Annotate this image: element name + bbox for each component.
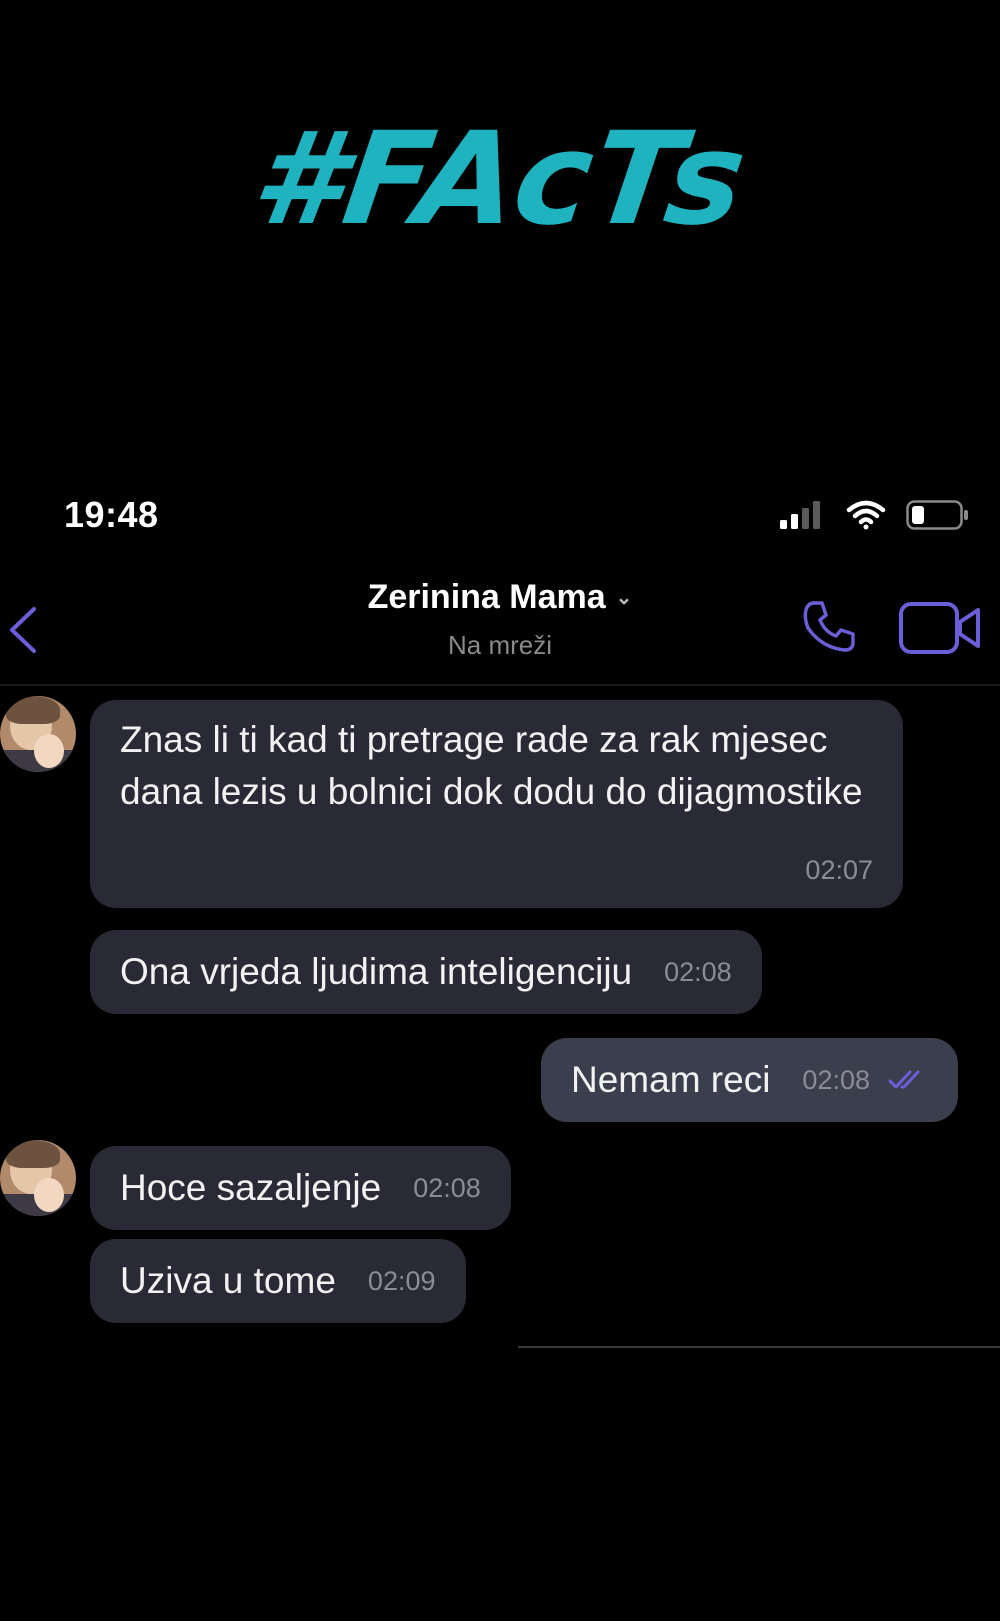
message-bubble-incoming[interactable]: Hoce sazaljenje 02:08 bbox=[90, 1146, 511, 1230]
signal-icon bbox=[780, 501, 820, 529]
message-text: Hoce sazaljenje bbox=[120, 1167, 382, 1208]
wifi-icon bbox=[846, 500, 886, 530]
message-text: Uziva u tome bbox=[120, 1260, 336, 1301]
message-time: 02:08 bbox=[802, 1065, 870, 1095]
contact-avatar[interactable] bbox=[0, 696, 76, 772]
message-bubble-incoming[interactable]: Znas li ti kad ti pretrage rade za rak m… bbox=[90, 700, 903, 908]
message-time: 02:07 bbox=[805, 855, 873, 885]
facts-overlay-text: #FAcTs bbox=[243, 105, 757, 254]
contact-avatar[interactable] bbox=[0, 1140, 76, 1216]
status-bar-icons bbox=[780, 500, 970, 530]
message-text: Znas li ti kad ti pretrage rade za rak m… bbox=[120, 719, 863, 812]
status-bar-time: 19:48 bbox=[64, 494, 159, 535]
header-divider bbox=[0, 684, 1000, 686]
message-time: 02:08 bbox=[413, 1173, 481, 1203]
message-bubble-incoming[interactable]: Uziva u tome 02:09 bbox=[90, 1239, 466, 1323]
message-bubble-outgoing[interactable]: Nemam reci 02:08 bbox=[541, 1038, 958, 1122]
battery-icon bbox=[906, 500, 968, 530]
phone-icon[interactable] bbox=[800, 598, 858, 656]
chevron-down-icon[interactable]: ⌄ bbox=[616, 587, 633, 609]
message-time: 02:09 bbox=[367, 1266, 436, 1296]
read-receipt-icon bbox=[888, 1070, 920, 1089]
contact-name-label: Zerinina Mama bbox=[367, 578, 606, 616]
divider bbox=[518, 1346, 1000, 1348]
video-camera-icon[interactable] bbox=[898, 600, 982, 656]
message-time: 02:08 bbox=[664, 957, 732, 987]
message-text: Nemam reci bbox=[571, 1059, 771, 1100]
message-text: Ona vrjeda ljudima inteligenciju bbox=[120, 951, 633, 992]
message-bubble-incoming[interactable]: Ona vrjeda ljudima inteligenciju 02:08 bbox=[90, 930, 762, 1014]
